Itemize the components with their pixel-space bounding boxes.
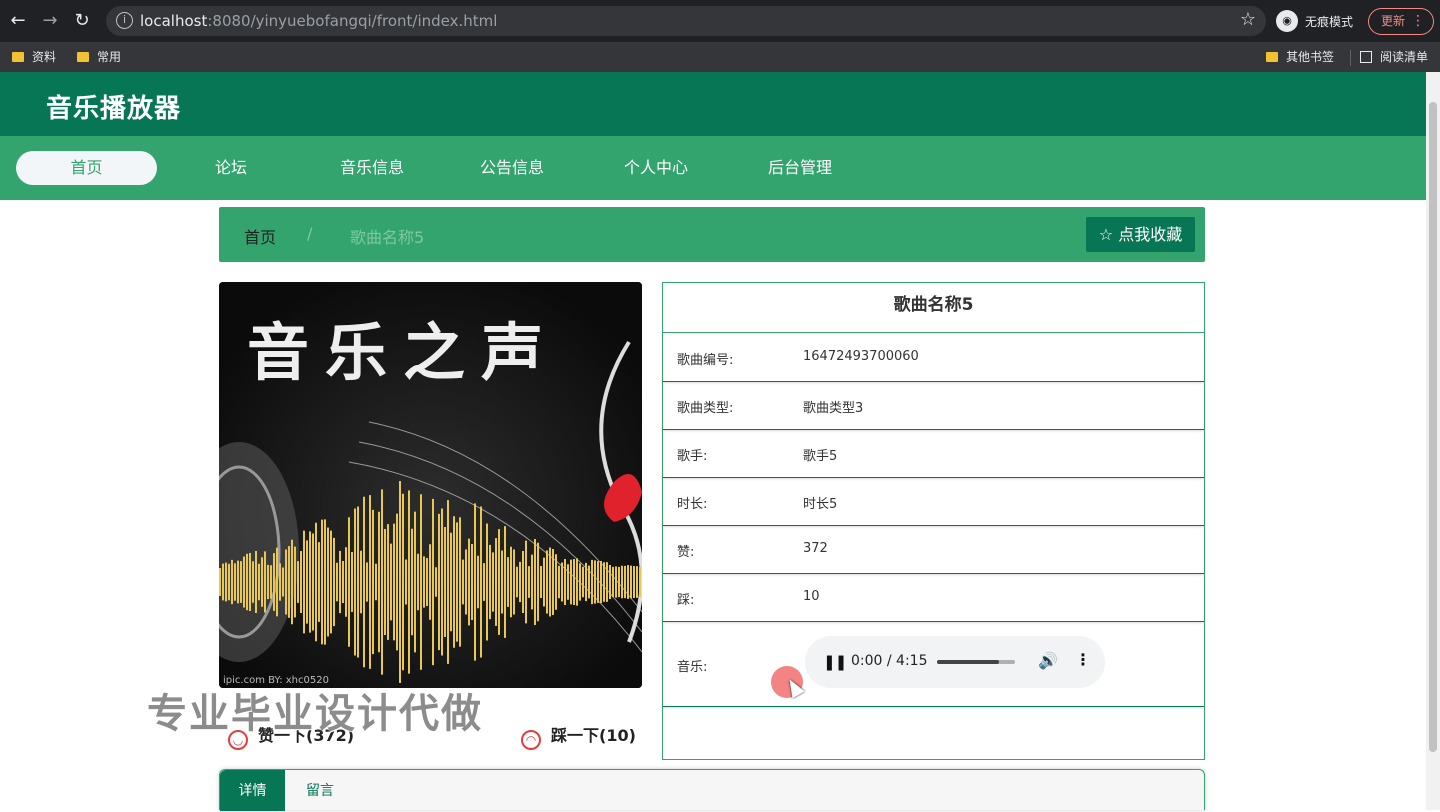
- breadcrumb: 首页 / 歌曲名称5 ☆ 点我收藏: [219, 207, 1205, 262]
- main-nav: 首页 论坛 音乐信息 公告信息 个人中心 后台管理: [0, 136, 1426, 200]
- url-host: localhost: [140, 12, 208, 30]
- site-header: 音乐播放器: [0, 72, 1426, 136]
- info-label: 歌曲类型:: [677, 401, 734, 416]
- cover-title-text: 音乐之声: [247, 316, 560, 389]
- page-scrollbar[interactable]: [1426, 72, 1440, 810]
- address-bar[interactable]: i localhost:8080/yinyuebofangqi/front/in…: [106, 6, 1266, 36]
- bookmark-folder-1[interactable]: 资料: [12, 48, 56, 65]
- nav-admin[interactable]: 后台管理: [750, 151, 850, 185]
- bookmark-label: 资料: [32, 50, 57, 64]
- reading-list-icon: [1360, 51, 1372, 63]
- info-row-music: 音乐: ❚❚ 0:00 / 4:15 🔊 ⋮: [663, 622, 1204, 707]
- back-arrow-icon[interactable]: ←: [6, 9, 30, 33]
- info-value: 16472493700060: [803, 349, 919, 364]
- audio-player[interactable]: ❚❚ 0:00 / 4:15 🔊 ⋮: [805, 636, 1105, 688]
- watermark-text: 专业毕业设计代做: [147, 691, 483, 737]
- info-value: 372: [803, 541, 828, 556]
- album-cover: 音乐之声 ipic.com BY: xhc0520: [219, 282, 642, 688]
- more-options-icon[interactable]: ⋮: [1075, 650, 1091, 669]
- audio-volume-fill: [937, 660, 1000, 664]
- bookmark-label: 阅读清单: [1380, 50, 1429, 64]
- reading-list[interactable]: 阅读清单: [1360, 48, 1428, 65]
- info-row-duration: 时长: 时长5: [663, 478, 1204, 526]
- folder-icon: [77, 52, 89, 62]
- dislike-label: 踩一下(10): [551, 726, 636, 745]
- info-label: 音乐:: [677, 660, 708, 675]
- info-label: 歌曲编号:: [677, 353, 734, 368]
- update-label: 更新: [1381, 14, 1406, 28]
- other-bookmarks[interactable]: 其他书签: [1266, 48, 1334, 65]
- reload-icon[interactable]: ↻: [70, 9, 94, 33]
- breadcrumb-home[interactable]: 首页: [244, 224, 276, 248]
- nav-user-center[interactable]: 个人中心: [606, 151, 706, 185]
- bookmark-label: 常用: [97, 50, 122, 64]
- info-label: 时长:: [677, 497, 708, 512]
- breadcrumb-separator: /: [307, 224, 313, 243]
- bookmark-folder-2[interactable]: 常用: [77, 48, 121, 65]
- folder-icon: [12, 52, 24, 62]
- song-info-panel: 歌曲名称5 歌曲编号: 16472493700060 歌曲类型: 歌曲类型3 歌…: [662, 282, 1205, 760]
- frown-icon: ◠: [521, 730, 541, 750]
- scrollbar-thumb[interactable]: [1429, 102, 1437, 752]
- nav-forum[interactable]: 论坛: [190, 151, 272, 185]
- pause-icon[interactable]: ❚❚: [823, 653, 847, 671]
- breadcrumb-current: 歌曲名称5: [350, 228, 425, 247]
- browser-toolbar: ← → ↻ i localhost:8080/yinyuebofangqi/fr…: [0, 0, 1440, 42]
- bookmarks-bar: 资料 常用 其他书签 阅读清单: [0, 42, 1440, 72]
- menu-dots-icon: ⋮: [1411, 13, 1425, 29]
- song-title: 歌曲名称5: [663, 283, 1204, 333]
- favorite-button[interactable]: ☆ 点我收藏: [1086, 217, 1195, 252]
- audio-volume-slider[interactable]: [937, 660, 1015, 664]
- tab-details[interactable]: 详情: [220, 770, 285, 811]
- url-path: :8080/yinyuebofangqi/front/index.html: [207, 12, 498, 30]
- nav-music-info[interactable]: 音乐信息: [322, 151, 422, 185]
- info-row-dislikes: 踩: 10: [663, 574, 1204, 622]
- info-row-singer: 歌手: 歌手5: [663, 430, 1204, 478]
- volume-icon[interactable]: 🔊: [1038, 651, 1058, 670]
- folder-icon: [1266, 52, 1278, 62]
- audio-time: 0:00 / 4:15: [851, 653, 928, 669]
- update-button[interactable]: 更新 ⋮: [1368, 8, 1434, 35]
- detail-tabs: 详情 留言: [219, 769, 1205, 811]
- info-row-id: 歌曲编号: 16472493700060: [663, 334, 1204, 382]
- info-row-likes: 赞: 372: [663, 526, 1204, 574]
- incognito-label: 无痕模式: [1305, 15, 1354, 29]
- info-value: 10: [803, 589, 820, 604]
- incognito-icon[interactable]: ◉: [1276, 10, 1298, 32]
- info-value: 歌曲类型3: [803, 401, 864, 416]
- forward-arrow-icon[interactable]: →: [38, 9, 62, 33]
- info-value: 时长5: [803, 497, 838, 512]
- info-icon[interactable]: i: [116, 12, 133, 29]
- bookmark-star-icon[interactable]: ☆: [1240, 9, 1256, 30]
- tab-comments[interactable]: 留言: [285, 770, 355, 811]
- nav-announcements[interactable]: 公告信息: [462, 151, 562, 185]
- info-row-type: 歌曲类型: 歌曲类型3: [663, 382, 1204, 430]
- info-label: 赞:: [677, 545, 695, 560]
- info-label: 踩:: [677, 593, 695, 608]
- info-value: 歌手5: [803, 449, 838, 464]
- bookmark-label: 其他书签: [1286, 50, 1335, 64]
- site-title: 音乐播放器: [46, 94, 182, 124]
- nav-home[interactable]: 首页: [16, 151, 157, 185]
- info-label: 歌手:: [677, 449, 708, 464]
- url-text: localhost:8080/yinyuebofangqi/front/inde…: [140, 12, 497, 30]
- bookmark-divider: [1350, 50, 1351, 66]
- dislike-button[interactable]: ◠ 踩一下(10): [521, 722, 636, 750]
